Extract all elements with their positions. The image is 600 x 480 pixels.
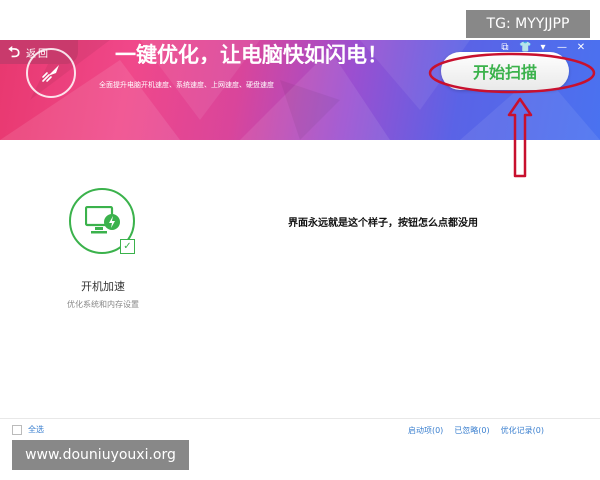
boot-speed-subtitle: 优化系统和内存设置: [67, 300, 139, 309]
optimize-history-link[interactable]: 优化记录(0): [501, 425, 544, 436]
watermark-bottom: www.douniuyouxi.org: [12, 440, 189, 470]
page-headline: 一键优化，让电脑快如闪电！: [115, 43, 388, 64]
select-all-checkbox[interactable]: 全选: [12, 424, 44, 435]
page-subline: 全面提升电脑开机速度、系统速度、上网速度、硬盘速度: [99, 81, 274, 89]
ignored-link[interactable]: 已忽略(0): [454, 425, 489, 436]
boot-speed-title: 开机加速: [81, 280, 125, 293]
startup-items-link[interactable]: 启动项(0): [408, 425, 443, 436]
back-arrow-icon: ⮌: [8, 42, 21, 61]
minimize-icon[interactable]: —: [557, 42, 567, 54]
footer-divider: [0, 418, 600, 419]
footer-links: 启动项(0) 已忽略(0) 优化记录(0): [408, 425, 544, 436]
rocket-icon: [26, 48, 76, 98]
start-scan-button[interactable]: 开始扫描: [441, 52, 569, 90]
select-all-label[interactable]: 全选: [28, 424, 44, 435]
annotation-note: 界面永远就是这个样子，按钮怎么点都没用: [288, 218, 478, 229]
boot-speed-checkbox[interactable]: ✓: [120, 239, 135, 254]
checkbox-box[interactable]: [12, 424, 22, 435]
watermark-top: TG: MYYJJPP: [466, 10, 590, 38]
close-icon[interactable]: ✕: [576, 42, 586, 54]
